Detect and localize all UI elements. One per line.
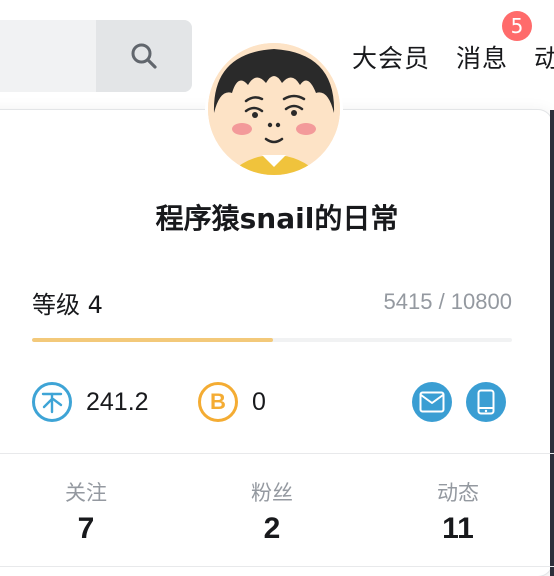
stat-followers[interactable]: 粉丝 2 [212,478,332,546]
stats-row: 关注 7 粉丝 2 动态 11 [0,478,554,558]
bottom-divider [0,566,554,567]
ying-coin-icon [32,382,72,422]
stat-dynamics-label: 动态 [437,481,479,505]
b-coin[interactable]: B 0 [198,380,266,424]
mail-button[interactable] [412,382,452,422]
nav-item-messages[interactable]: 消息 5 [456,11,533,75]
username[interactable]: 程序猿snail的日常 [0,197,554,237]
level-exp-text: 5415 / 10800 [383,289,512,314]
stat-following-value: 7 [77,512,95,545]
divider [0,453,554,454]
b-coin-icon: B [198,382,238,422]
stat-dynamics-value: 11 [442,512,474,545]
avatar[interactable] [205,40,343,178]
stat-following[interactable]: 关注 7 [26,478,146,546]
nav-item-messages-label: 消息 [456,44,509,73]
search-button[interactable] [96,20,192,92]
mail-icon [419,391,445,413]
ying-coin-value: 241.2 [86,387,149,416]
search-icon [131,43,157,69]
level-progress-bar [32,338,512,342]
stat-dynamics[interactable]: 动态 11 [398,478,518,546]
stat-followers-value: 2 [263,512,281,545]
stat-following-label: 关注 [65,481,107,505]
level-label: 等级 4 [32,291,103,319]
nav-item-dynamics[interactable]: 动 [534,39,554,75]
level-progress-fill [32,338,273,342]
top-nav: 大会员 消息 5 动 [352,11,554,75]
b-coin-value: 0 [252,387,266,416]
phone-icon [477,389,495,415]
cartoon-boy-avatar-icon [208,43,340,175]
phone-button[interactable] [466,382,506,422]
stat-followers-label: 粉丝 [251,481,293,505]
search-input[interactable] [0,20,96,92]
ying-coin[interactable]: 241.2 [32,380,149,424]
search-box [0,20,192,92]
nav-item-vip[interactable]: 大会员 [352,39,430,75]
message-count-badge: 5 [502,11,533,41]
level-row: 等级 4 5415 / 10800 [32,285,512,319]
coins-row: 241.2 B 0 [32,380,512,424]
